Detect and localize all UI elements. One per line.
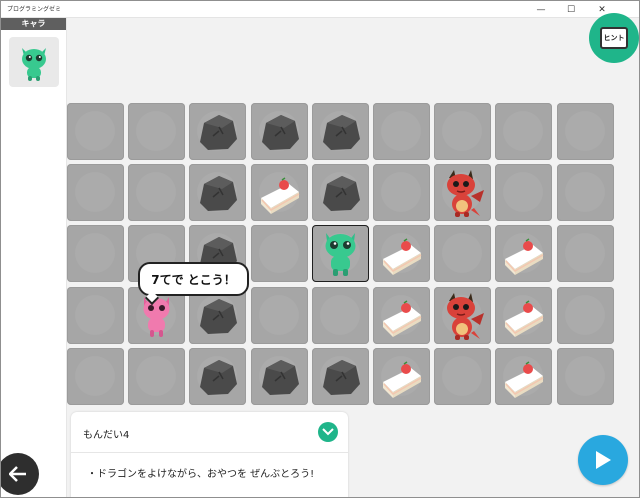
mission-panel: もんだい4 ・ドラゴンをよけながら、おやつを ぜんぶとろう!: [71, 412, 348, 497]
board-tile: [373, 286, 430, 344]
rock-icon: [312, 348, 369, 405]
dragon-icon: [434, 287, 491, 344]
board-tile: [556, 164, 614, 222]
maximize-button[interactable]: ☐: [558, 1, 584, 18]
window-title: プログラミングゼミ: [7, 6, 62, 13]
arrow-left-icon: [9, 466, 26, 482]
title-bar: プログラミングゼミ — ☐ ✕: [1, 1, 639, 18]
board-tile: [67, 286, 124, 344]
green-monster-icon: [22, 48, 46, 81]
board-tile: [495, 164, 553, 222]
panel-divider: [71, 452, 348, 453]
rock-icon: [189, 348, 246, 405]
board-tile: [495, 286, 553, 344]
chevron-down-icon[interactable]: [318, 422, 338, 442]
minimize-button[interactable]: —: [528, 1, 554, 18]
rock-icon: [251, 348, 308, 405]
board-tile: [189, 347, 247, 405]
board-tile: [556, 347, 614, 405]
rock-icon: [189, 103, 246, 160]
board-tile: [67, 103, 124, 160]
sidebar-header: キャラ: [1, 18, 66, 30]
cake-icon: [373, 225, 430, 282]
board-tile: [495, 347, 553, 405]
rock-icon: [312, 103, 369, 160]
board-tile: [311, 164, 369, 222]
mission-title: もんだい4: [83, 430, 130, 441]
board-tile: [189, 164, 247, 222]
board-tile: [250, 347, 308, 405]
rock-icon: [312, 164, 369, 221]
board-tile: [434, 347, 492, 405]
board-tile: [495, 103, 553, 160]
board-tile: [495, 225, 553, 283]
game-board: [67, 103, 627, 409]
board-tile: [373, 164, 430, 222]
play-icon: [596, 451, 611, 469]
cake-icon: [373, 287, 430, 344]
board-tile: [250, 225, 308, 283]
board-tile: [556, 103, 614, 160]
green-monster-icon: [312, 225, 369, 282]
cake-icon: [495, 287, 552, 344]
board-tile: [311, 286, 369, 344]
cake-icon: [495, 225, 552, 282]
board-tile: [128, 164, 186, 222]
character-card[interactable]: [9, 37, 59, 87]
cake-icon: [251, 164, 308, 221]
board-tile: [189, 103, 247, 160]
board-tile: [128, 347, 186, 405]
board-tile: [311, 225, 369, 283]
board-tile: [67, 347, 124, 405]
board-tile: [250, 103, 308, 160]
board-tile: [556, 225, 614, 283]
hint-label: ヒント: [603, 34, 625, 42]
hint-button[interactable]: ヒント: [589, 13, 639, 63]
board-tile: [434, 225, 492, 283]
speech-text: 7てで とこう！: [151, 272, 236, 287]
tv-icon: ヒント: [600, 27, 628, 49]
top-area: [67, 18, 639, 100]
board-tile: [373, 103, 430, 160]
board-tile: [373, 225, 430, 283]
board-tile: [250, 164, 308, 222]
board-tile: [434, 286, 492, 344]
board-tile: [311, 103, 369, 160]
board-tile: [434, 103, 492, 160]
board-tile: [128, 103, 186, 160]
board-tile: [434, 164, 492, 222]
mission-task: ・ドラゴンをよけながら、おやつを ぜんぶとろう!: [87, 469, 315, 480]
board-tile: [556, 286, 614, 344]
dragon-icon: [434, 164, 491, 221]
app-window: プログラミングゼミ — ☐ ✕ キャラ ヒント 7てで とこう！ もんだい4 ・…: [0, 0, 640, 498]
cake-icon: [373, 348, 430, 405]
board-tile: [67, 225, 124, 283]
board-tile: [250, 286, 308, 344]
play-button[interactable]: [578, 435, 628, 485]
character-sidebar: キャラ: [1, 18, 67, 497]
rock-icon: [251, 103, 308, 160]
board-tile: [311, 347, 369, 405]
board-tile: [373, 347, 430, 405]
cake-icon: [495, 348, 552, 405]
board-tile: [67, 164, 124, 222]
rock-icon: [189, 164, 246, 221]
speech-bubble: 7てで とこう！: [138, 262, 249, 296]
